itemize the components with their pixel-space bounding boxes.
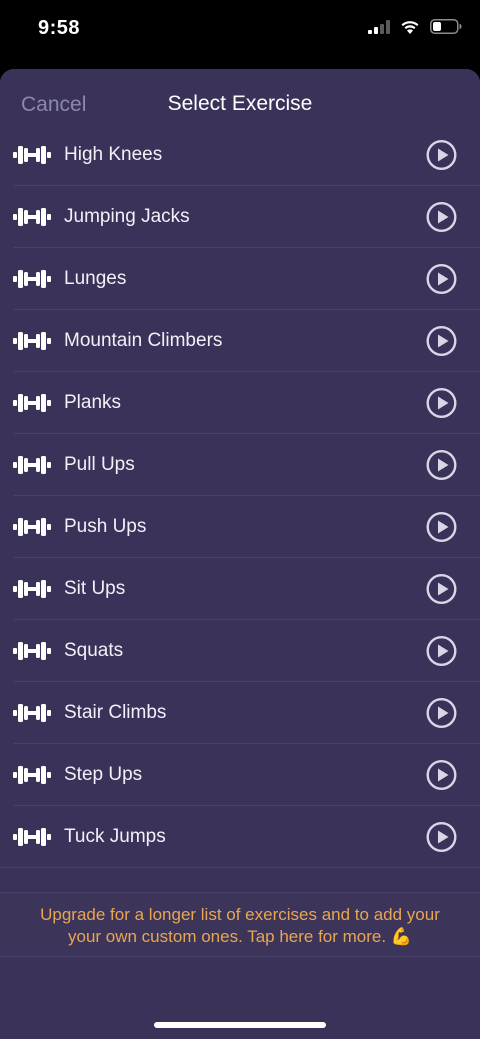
exercise-name: Stair Climbs — [64, 702, 167, 723]
exercise-row[interactable]: Pull Ups — [0, 434, 480, 496]
play-circle-icon[interactable] — [426, 201, 457, 233]
play-circle-icon[interactable] — [426, 449, 457, 481]
exercise-name: Lunges — [64, 268, 127, 289]
play-circle-icon[interactable] — [426, 759, 457, 791]
wifi-icon — [401, 21, 419, 34]
nav-bar: Cancel Select Exercise — [0, 69, 480, 139]
status-bar: 9:58 — [0, 0, 480, 64]
dumbbell-icon — [13, 206, 51, 228]
exercise-name: High Knees — [64, 144, 163, 165]
play-circle-icon[interactable] — [426, 697, 457, 729]
exercise-row[interactable]: Push Ups — [0, 496, 480, 558]
dumbbell-icon — [13, 578, 51, 600]
exercise-name: Squats — [64, 640, 124, 661]
exercise-list: High Knees Jumping Jacks Lunges Mountain Cl… — [0, 124, 480, 868]
play-circle-icon[interactable] — [426, 511, 457, 543]
upgrade-text-line2: your own custom ones. Tap here for more.… — [67, 927, 412, 946]
exercise-name: Planks — [64, 392, 122, 413]
dumbbell-icon — [13, 702, 51, 724]
exercise-name: Pull Ups — [64, 454, 135, 475]
play-circle-icon[interactable] — [426, 263, 457, 295]
exercise-name: Mountain Climbers — [64, 330, 223, 351]
upgrade-text-line1: Upgrade for a longer list of exercises a… — [40, 905, 440, 924]
dumbbell-icon — [13, 640, 51, 662]
exercise-name: Sit Ups — [64, 578, 126, 599]
home-indicator — [154, 1022, 326, 1028]
exercise-row[interactable]: Tuck Jumps — [0, 806, 480, 868]
dumbbell-icon — [13, 392, 51, 414]
dumbbell-icon — [13, 826, 51, 848]
play-circle-icon[interactable] — [426, 635, 457, 667]
exercise-name: Push Ups — [64, 516, 147, 537]
exercise-name: Jumping Jacks — [64, 206, 190, 227]
exercise-row[interactable]: Planks — [0, 372, 480, 434]
exercise-row[interactable]: Step Ups — [0, 744, 480, 806]
exercise-row[interactable]: Stair Climbs — [0, 682, 480, 744]
dumbbell-icon — [13, 764, 51, 786]
status-icons — [368, 19, 462, 34]
dumbbell-icon — [13, 516, 51, 538]
battery-icon — [430, 19, 462, 34]
exercise-name: Step Ups — [64, 764, 143, 785]
exercise-row[interactable]: Mountain Climbers — [0, 310, 480, 372]
cellular-signal-icon — [368, 19, 390, 34]
dumbbell-icon — [13, 268, 51, 290]
dumbbell-icon — [13, 330, 51, 352]
play-circle-icon[interactable] — [426, 139, 457, 171]
exercise-row[interactable]: Lunges — [0, 248, 480, 310]
play-circle-icon[interactable] — [426, 387, 457, 419]
exercise-row[interactable]: Sit Ups — [0, 558, 480, 620]
dumbbell-icon — [13, 144, 51, 166]
play-circle-icon[interactable] — [426, 573, 457, 605]
exercise-row[interactable]: Jumping Jacks — [0, 186, 480, 248]
play-circle-icon[interactable] — [426, 325, 457, 357]
exercise-row[interactable]: Squats — [0, 620, 480, 682]
dumbbell-icon — [13, 454, 51, 476]
play-circle-icon[interactable] — [426, 821, 457, 853]
select-exercise-sheet: Cancel Select Exercise High Knees Jumping… — [0, 69, 480, 1039]
status-time: 9:58 — [38, 17, 81, 39]
upgrade-banner[interactable]: Upgrade for a longer list of exercises a… — [0, 892, 480, 957]
cancel-button[interactable]: Cancel — [21, 93, 86, 117]
exercise-name: Tuck Jumps — [64, 826, 166, 847]
